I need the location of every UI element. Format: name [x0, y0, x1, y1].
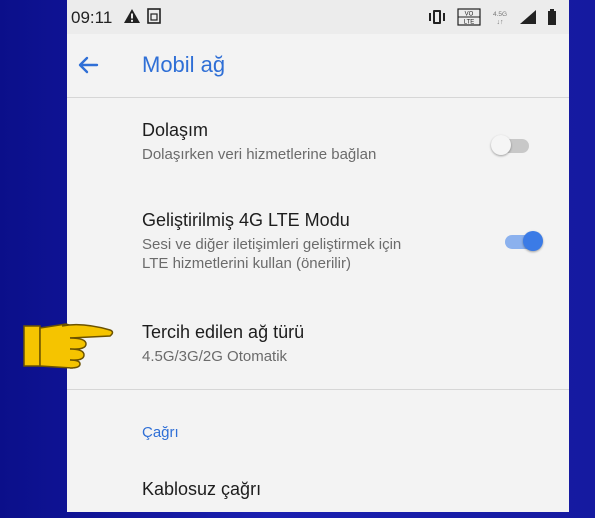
pointing-hand-icon [22, 312, 117, 372]
svg-text:↓↑: ↓↑ [497, 19, 504, 26]
section-header-calls: Çağrı [142, 424, 179, 441]
setting-wifi-calling-title: Kablosuz çağrı [142, 479, 262, 499]
sim-icon [147, 8, 161, 29]
warning-icon [123, 8, 141, 29]
network-4-5g-icon: 4.5G ↓↑ [491, 8, 509, 31]
setting-network-type-title: Tercih edilen ağ türü [142, 322, 305, 342]
setting-lte-title: Geliştirilmiş 4G LTE Modu [142, 210, 350, 230]
page-title: Mobil ağ [142, 52, 226, 77]
status-left-icons [123, 8, 161, 29]
vibrate-icon [427, 9, 447, 30]
setting-preferred-network-type[interactable]: Tercih edilen ağ türü 4.5G/3G/2G Otomati… [142, 322, 482, 366]
status-right-icons: VO LTE 4.5G ↓↑ [427, 8, 557, 31]
phone-screen: 09:11 VO LTE 4.5G ↓↑ Mobil ağ Dolaşım Do… [67, 0, 569, 512]
setting-lte-subtitle: Sesi ve diğer iletişimleri geliştirmek i… [142, 235, 482, 273]
setting-lte-subtitle-line2: LTE hizmetlerini kullan (önerilir) [142, 255, 351, 272]
status-time: 09:11 [71, 8, 113, 27]
roaming-toggle[interactable] [491, 133, 533, 157]
battery-icon [547, 9, 557, 30]
setting-roaming-title: Dolaşım [142, 120, 209, 140]
setting-roaming[interactable]: Dolaşım Dolaşırken veri hizmetlerine bağ… [142, 120, 472, 164]
svg-text:LTE: LTE [464, 20, 475, 26]
setting-wifi-calling[interactable]: Kablosuz çağrı [142, 479, 482, 500]
setting-roaming-subtitle: Dolaşırken veri hizmetlerine bağlan [142, 146, 377, 163]
status-bar: 09:11 VO LTE 4.5G ↓↑ [67, 0, 569, 34]
svg-text:4.5G: 4.5G [493, 11, 507, 18]
back-arrow-icon[interactable] [75, 52, 101, 78]
roaming-toggle-knob [491, 135, 511, 155]
signal-icon [519, 9, 537, 30]
app-bar: Mobil ağ [67, 34, 569, 98]
lte-toggle-knob [523, 231, 543, 251]
setting-enhanced-4g-lte[interactable]: Geliştirilmiş 4G LTE Modu Sesi ve diğer … [142, 210, 482, 273]
setting-network-type-subtitle: 4.5G/3G/2G Otomatik [142, 348, 288, 365]
lte-toggle[interactable] [501, 229, 543, 253]
volte-icon: VO LTE [457, 8, 481, 31]
setting-lte-subtitle-line1: Sesi ve diğer iletişimleri geliştirmek i… [142, 236, 402, 253]
section-divider [67, 389, 569, 390]
svg-text:VO: VO [465, 12, 474, 18]
